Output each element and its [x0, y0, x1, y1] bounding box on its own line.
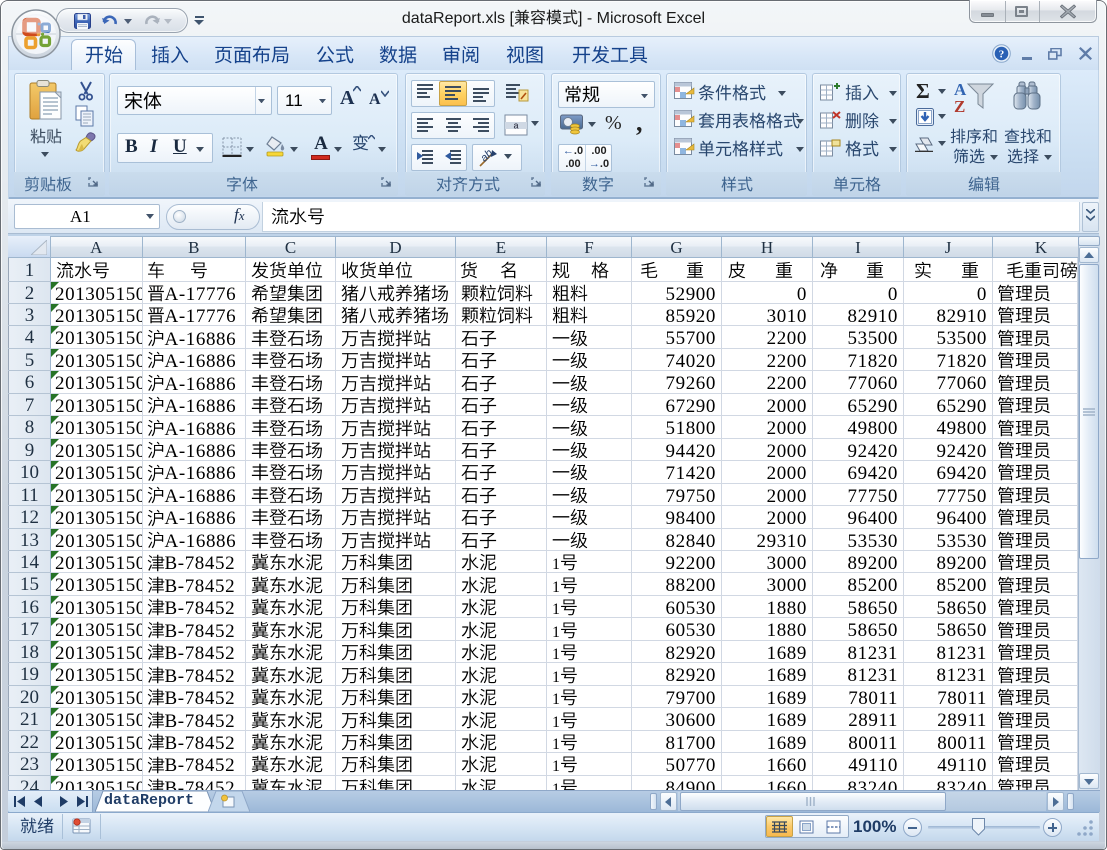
svg-text:?: ? — [999, 48, 1005, 60]
svg-text:a: a — [513, 121, 518, 131]
svg-text:ab: ab — [478, 148, 495, 164]
svg-text:Z: Z — [954, 97, 965, 115]
